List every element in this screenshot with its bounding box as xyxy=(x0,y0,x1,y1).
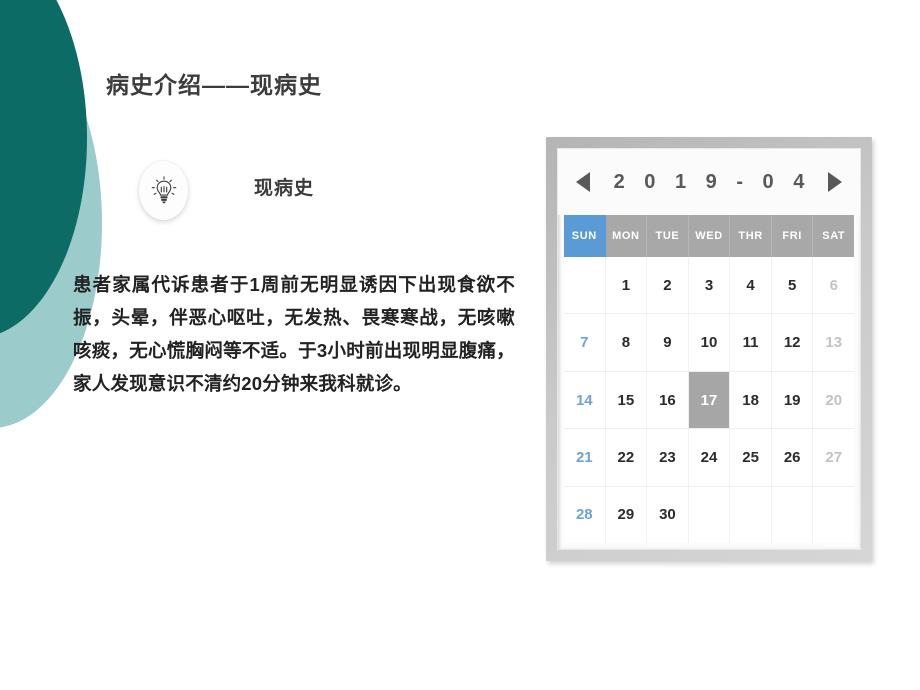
calendar-day-29[interactable]: 29 xyxy=(605,486,648,544)
calendar-week-row: 28 29 30 xyxy=(564,486,855,544)
calendar-week-row: 14 15 16 17 18 19 20 xyxy=(564,371,855,430)
calendar-day-12[interactable]: 12 xyxy=(771,314,814,371)
calendar-day-empty xyxy=(564,257,606,314)
weekday-header-sun: SUN xyxy=(564,215,606,257)
calendar-widget: 2 0 1 9 - 0 4 SUN MON TUE WED THR FRI SAT 1234… xyxy=(557,148,861,550)
calendar-day-7[interactable]: 7 xyxy=(564,314,606,371)
calendar-day-28[interactable]: 28 xyxy=(564,486,606,544)
calendar-day-24[interactable]: 24 xyxy=(688,429,731,486)
calendar-day-grid: 1 2 3 4 5 6 7 8 9 10 11 12 13 14 15 16 17 18 19 20 21 22 23 24 2… xyxy=(558,257,860,549)
calendar-day-15[interactable]: 15 xyxy=(605,371,648,429)
calendar-day-26[interactable]: 26 xyxy=(771,429,814,486)
calendar-day-23[interactable]: 23 xyxy=(647,429,689,486)
calendar-week-row: 7 8 9 10 11 12 13 xyxy=(564,314,855,372)
calendar-header: 2 0 1 9 - 0 4 xyxy=(558,149,860,215)
calendar-day-19[interactable]: 19 xyxy=(771,371,814,429)
calendar-day-9[interactable]: 9 xyxy=(647,314,689,371)
calendar-day-14[interactable]: 14 xyxy=(564,371,606,429)
calendar-week-row: 21 22 23 24 25 26 27 xyxy=(564,429,855,487)
calendar-day-21[interactable]: 21 xyxy=(564,429,606,486)
calendar-day-empty xyxy=(730,486,772,544)
calendar-day-20[interactable]: 20 xyxy=(813,371,855,429)
calendar-day-empty xyxy=(771,486,814,544)
weekday-header-sat: SAT xyxy=(813,215,855,257)
calendar-frame: 2 0 1 9 - 0 4 SUN MON TUE WED THR FRI SAT 1234… xyxy=(546,137,872,561)
calendar-week-row: 123456 xyxy=(564,257,855,315)
calendar-day-25[interactable]: 25 xyxy=(730,429,772,486)
calendar-day-2[interactable]: 2 xyxy=(647,257,689,314)
weekday-header-fri: FRI xyxy=(771,215,814,257)
arrow-right-icon[interactable] xyxy=(828,172,842,192)
calendar-day-8[interactable]: 8 xyxy=(605,314,648,371)
calendar-day-4[interactable]: 4 xyxy=(730,257,772,314)
calendar-day-3[interactable]: 3 xyxy=(688,257,731,314)
weekday-header-thr: THR xyxy=(730,215,772,257)
calendar-day-empty xyxy=(688,486,731,544)
page-title: 病史介绍——现病史 xyxy=(106,72,322,98)
weekday-header-mon: MON xyxy=(605,215,648,257)
calendar-day-empty xyxy=(813,486,855,544)
calendar-day-10[interactable]: 10 xyxy=(688,314,731,371)
calendar-day-17[interactable]: 17 xyxy=(688,371,731,429)
calendar-day-6[interactable]: 6 xyxy=(813,257,855,314)
lightbulb-icon xyxy=(151,175,177,206)
calendar-weekday-header: SUN MON TUE WED THR FRI SAT xyxy=(558,215,860,257)
case-history-paragraph: 患者家属代诉患者于1周前无明显诱因下出现食欲不振，头晕，伴恶心呕吐，无发热、畏寒… xyxy=(73,274,515,394)
calendar-day-18[interactable]: 18 xyxy=(730,371,772,429)
calendar-day-30[interactable]: 30 xyxy=(647,486,689,544)
weekday-header-tue: TUE xyxy=(647,215,689,257)
calendar-day-22[interactable]: 22 xyxy=(605,429,648,486)
calendar-day-27[interactable]: 27 xyxy=(813,429,855,486)
section-label: 现病史 xyxy=(254,178,315,199)
calendar-day-16[interactable]: 16 xyxy=(647,371,689,429)
calendar-day-5[interactable]: 5 xyxy=(771,257,814,314)
weekday-header-wed: WED xyxy=(688,215,731,257)
lightbulb-badge xyxy=(139,161,188,220)
calendar-day-13[interactable]: 13 xyxy=(813,314,855,371)
calendar-day-11[interactable]: 11 xyxy=(730,314,772,371)
calendar-month-title: 2 0 1 9 - 0 4 xyxy=(613,170,812,193)
arrow-left-icon[interactable] xyxy=(576,172,590,192)
calendar-day-1[interactable]: 1 xyxy=(605,257,648,314)
